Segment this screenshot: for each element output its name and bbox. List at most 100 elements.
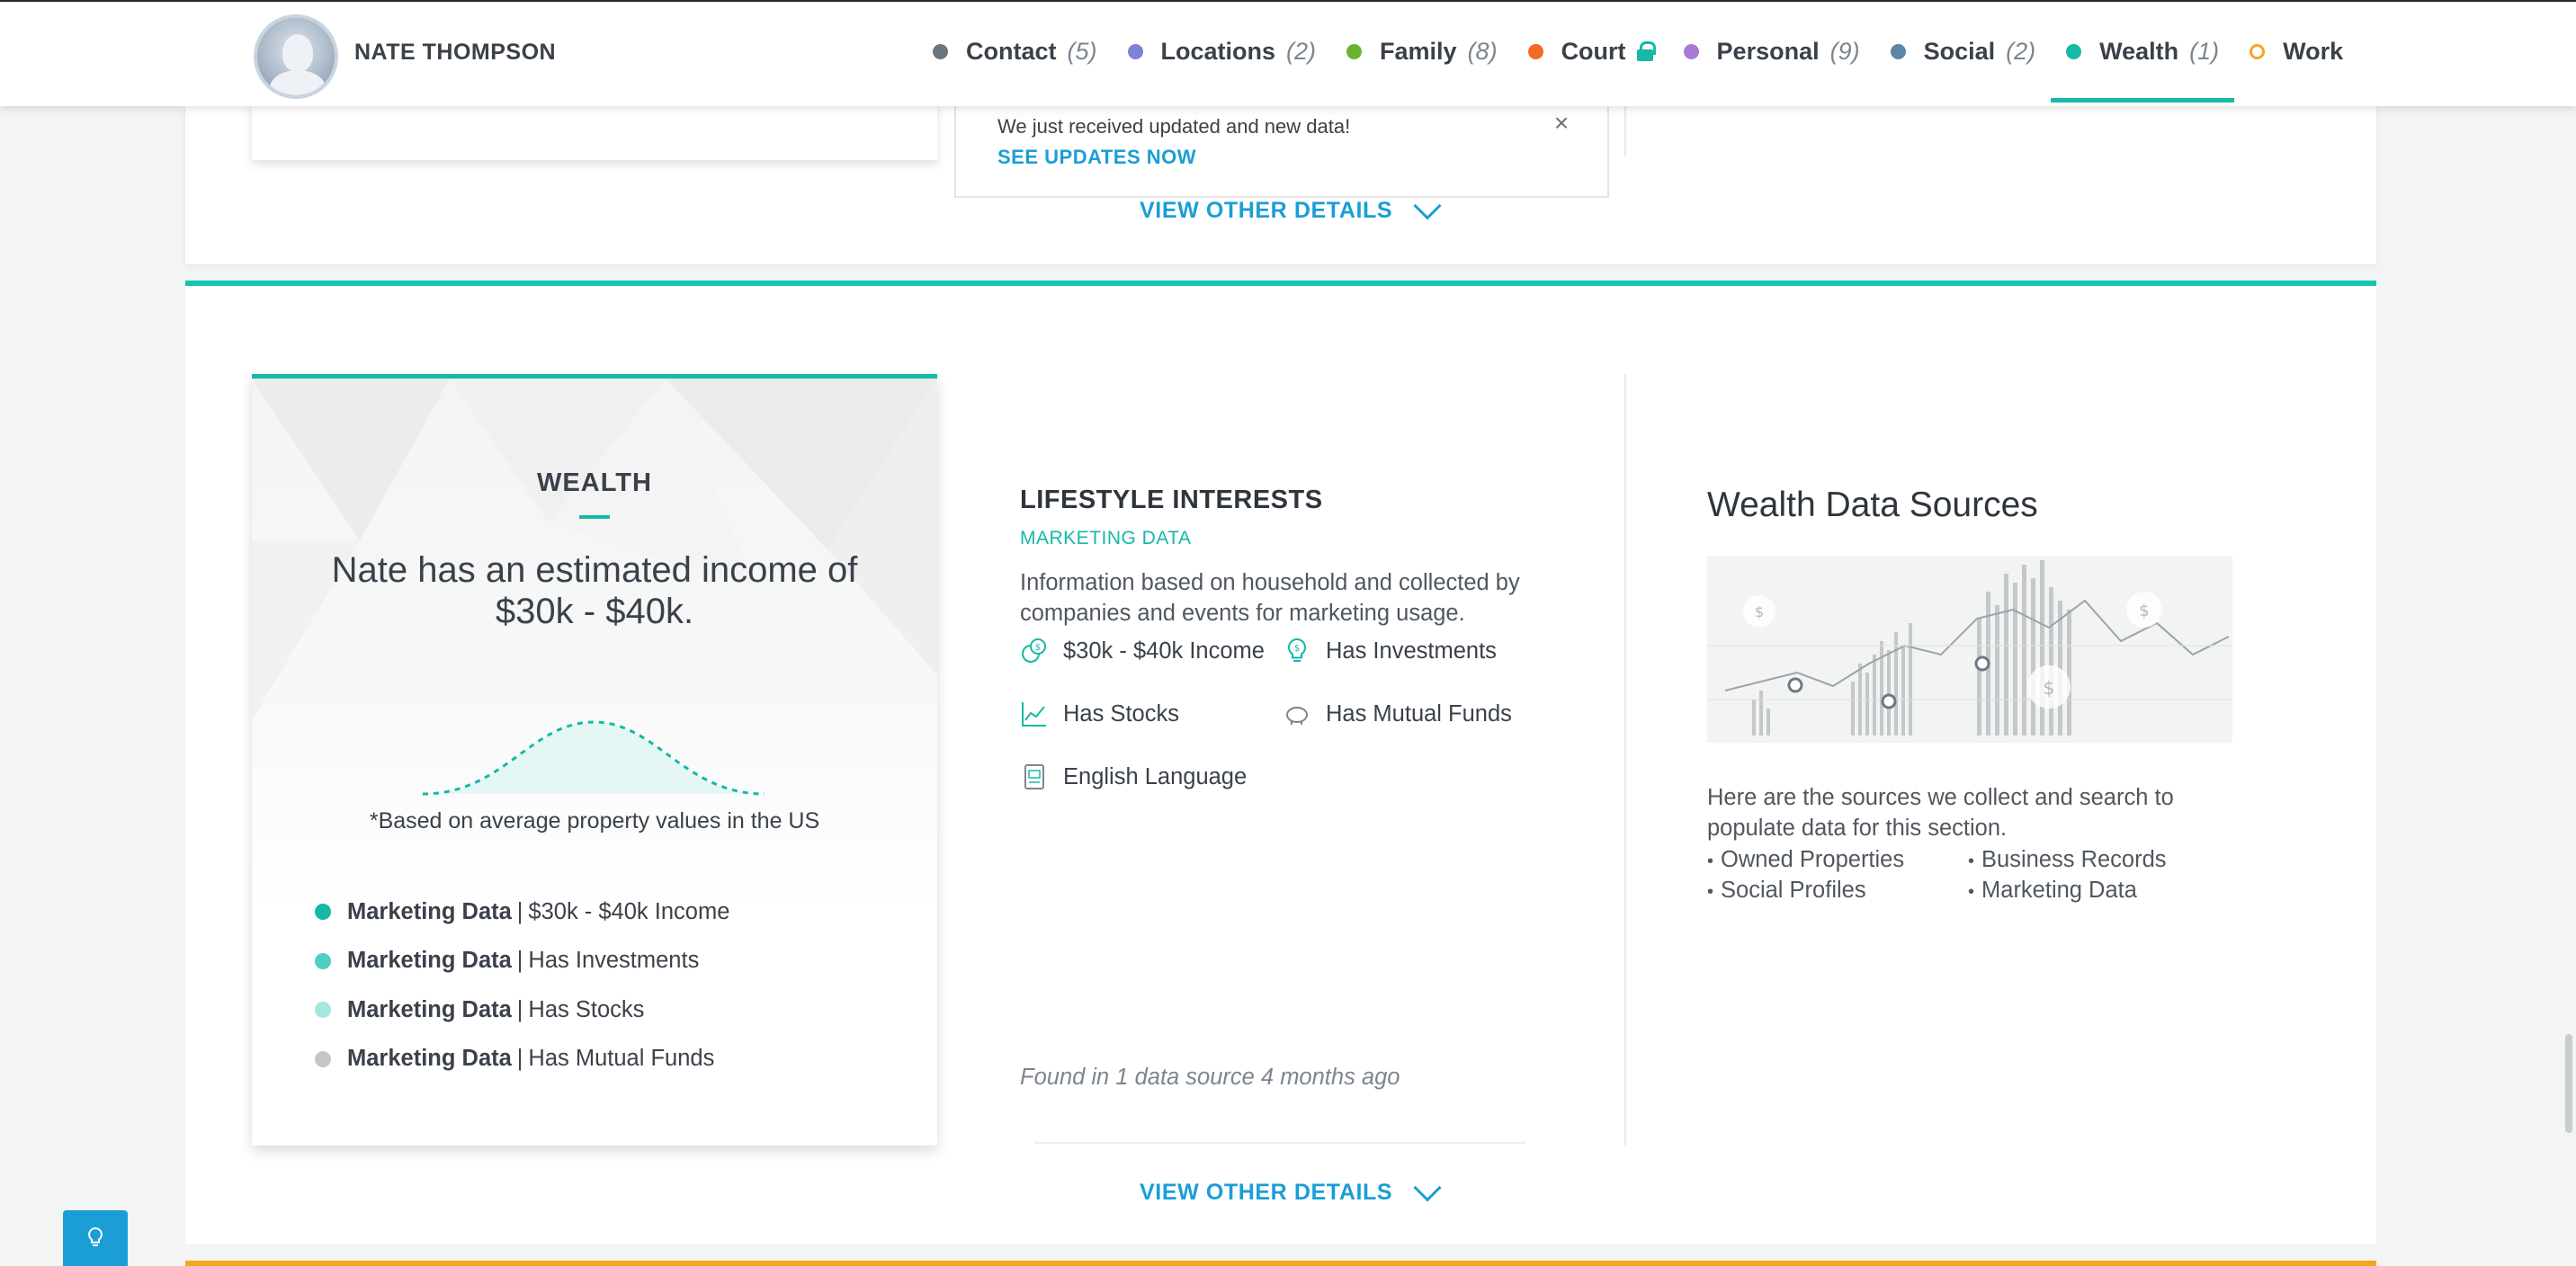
legend-source: Marketing Data xyxy=(347,948,512,974)
legend-separator: | xyxy=(516,898,523,924)
found-in-sources: Found in 1 data source 4 months ago xyxy=(1020,1065,1400,1090)
lock-icon xyxy=(1636,41,1656,61)
lifestyle-item-label: $30k - $40k Income xyxy=(1063,637,1265,664)
wealth-card-title: WEALTH xyxy=(537,468,652,497)
language-book-icon xyxy=(1020,762,1049,791)
legend-value: $30k - $40k Income xyxy=(528,898,730,924)
nav-label: Locations xyxy=(1160,37,1276,65)
lifestyle-interests: LIFESTYLE INTERESTS MARKETING DATA Infor… xyxy=(1020,486,1578,789)
lightbulb-icon xyxy=(88,1226,103,1246)
source-item: Marketing Data xyxy=(1968,878,2137,904)
wealth-section: WEALTH Nate has an estimated income of $… xyxy=(185,281,2376,1244)
lifestyle-item-label: Has Mutual Funds xyxy=(1326,700,1512,727)
nav-count: (2) xyxy=(1286,37,1317,65)
nav-count: (9) xyxy=(1829,37,1860,65)
locations-dot-icon xyxy=(1127,43,1143,59)
view-other-details-link[interactable]: VIEW OTHER DETAILS xyxy=(1140,1172,1442,1206)
legend-dot-icon xyxy=(315,904,331,921)
source-item: Social Profiles xyxy=(1707,878,1866,904)
svg-text:$: $ xyxy=(2044,677,2055,699)
family-dot-icon xyxy=(1346,43,1363,59)
legend-source: Marketing Data xyxy=(347,898,512,924)
legend-item: Marketing Data | Has Mutual Funds xyxy=(315,1035,729,1084)
nav-item-personal[interactable]: Personal (9) xyxy=(1668,2,1875,101)
legend-item: Marketing Data | $30k - $40k Income xyxy=(315,887,729,937)
nav-count: (5) xyxy=(1067,37,1097,65)
lifestyle-description: Information based on household and colle… xyxy=(1020,570,1520,626)
nav-item-family[interactable]: Family (8) xyxy=(1331,2,1513,101)
legend-dot-icon xyxy=(315,952,331,969)
nav-item-social[interactable]: Social (2) xyxy=(1875,2,2052,101)
income-distribution-curve xyxy=(423,720,765,796)
legend-separator: | xyxy=(516,1046,523,1072)
scrollbar-thumb[interactable] xyxy=(2565,1034,2572,1133)
income-headline: Nate has an estimated income of $30k - $… xyxy=(331,550,858,631)
sources-description: Here are the sources we collect and sear… xyxy=(1707,785,2174,841)
contact-dot-icon xyxy=(933,43,948,59)
help-button[interactable] xyxy=(63,1210,128,1266)
social-dot-icon xyxy=(1890,43,1906,59)
wealth-legend: Marketing Data | $30k - $40k Income Mark… xyxy=(315,887,729,1083)
legend-dot-icon xyxy=(315,1050,331,1067)
nav-item-wealth[interactable]: Wealth (1) xyxy=(2051,2,2235,103)
nav-item-work[interactable]: Work xyxy=(2234,2,2358,101)
lifestyle-item: $ Has Investments xyxy=(1283,637,1497,665)
close-icon[interactable]: × xyxy=(1548,110,1575,137)
personal-dot-icon xyxy=(1683,43,1699,59)
lifestyle-item-label: English Language xyxy=(1063,763,1248,789)
nav-item-court[interactable]: Court xyxy=(1513,2,1668,101)
nav-label: Wealth xyxy=(2099,37,2179,65)
wealth-dot-icon xyxy=(2066,43,2082,59)
lifestyle-subtitle: MARKETING DATA xyxy=(1020,528,1192,548)
svg-text:$: $ xyxy=(1755,603,1764,620)
legend-separator: | xyxy=(516,948,523,974)
nav-count: (1) xyxy=(2189,37,2220,65)
legend-source: Marketing Data xyxy=(347,996,512,1022)
divider xyxy=(1034,1142,1525,1144)
court-dot-icon xyxy=(1527,43,1543,59)
see-updates-link[interactable]: SEE UPDATES NOW xyxy=(997,146,1196,169)
work-dot-icon xyxy=(2250,43,2266,59)
legend-value: Has Investments xyxy=(528,948,700,974)
nav-item-locations[interactable]: Locations (2) xyxy=(1113,2,1332,101)
lifestyle-item: Has Mutual Funds xyxy=(1283,700,1512,728)
stock-chart-icon xyxy=(1020,700,1049,728)
nav-item-contact[interactable]: Contact (5) xyxy=(917,2,1113,101)
legend-value: Has Mutual Funds xyxy=(528,1046,715,1072)
svg-text:$: $ xyxy=(1294,644,1300,654)
lifestyle-title: LIFESTYLE INTERESTS xyxy=(1020,486,1323,514)
column-divider xyxy=(1624,374,1626,1146)
legend-source: Marketing Data xyxy=(347,1046,512,1072)
legend-value: Has Stocks xyxy=(528,996,645,1022)
top-nav-bar: NATE THOMPSON Contact (5) Locations (2) … xyxy=(0,0,2576,106)
finance-chart-image: $ $ $ xyxy=(1707,556,2232,743)
nav-label: Court xyxy=(1561,37,1626,65)
legend-separator: | xyxy=(516,996,523,1022)
nav-label: Personal xyxy=(1716,37,1820,65)
nav-label: Social xyxy=(1923,37,1996,65)
view-other-details-link[interactable]: VIEW OTHER DETAILS xyxy=(1140,191,1442,224)
legend-dot-icon xyxy=(315,1002,331,1019)
divider xyxy=(1624,99,1626,156)
avatar[interactable] xyxy=(254,14,338,99)
section-nav: Contact (5) Locations (2) Family (8) Cou… xyxy=(917,2,2358,104)
person-name: NATE THOMPSON xyxy=(354,40,557,65)
svg-text:$: $ xyxy=(1035,643,1041,653)
source-item: Business Records xyxy=(1968,847,2167,873)
lifestyle-item-label: Has Investments xyxy=(1326,637,1497,664)
view-details-label: VIEW OTHER DETAILS xyxy=(1140,1180,1393,1205)
piggy-bank-icon xyxy=(1283,700,1311,728)
view-details-label: VIEW OTHER DETAILS xyxy=(1140,198,1393,223)
previous-card xyxy=(252,99,937,160)
legend-item: Marketing Data | Has Investments xyxy=(315,937,729,986)
nav-label: Work xyxy=(2283,37,2344,65)
notification-message: We just received updated and new data! xyxy=(997,115,1351,138)
lifestyle-item: $ $30k - $40k Income xyxy=(1020,637,1265,665)
nav-label: Family xyxy=(1380,37,1457,65)
title-underline xyxy=(579,515,610,519)
wealth-data-sources: Wealth Data Sources $ $ $ Here are the s… xyxy=(1707,486,2247,903)
wealth-summary-card: WEALTH Nate has an estimated income of $… xyxy=(252,374,937,1146)
nav-count: (2) xyxy=(2006,37,2036,65)
lifestyle-item: Has Stocks xyxy=(1020,700,1179,728)
lifestyle-item: English Language xyxy=(1020,762,1247,791)
